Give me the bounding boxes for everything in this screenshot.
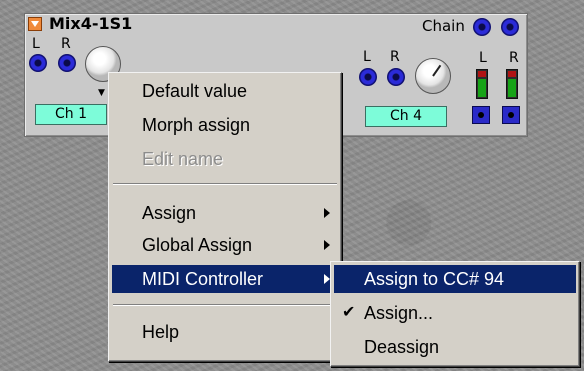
menu-item-label: MIDI Controller (142, 269, 264, 289)
menu-item-edit-name: Edit name (112, 145, 338, 173)
menu-item-label: Help (142, 322, 180, 342)
menu-item-help[interactable]: Help (112, 318, 338, 346)
output-jack-l[interactable] (472, 106, 490, 124)
channel4-input-jack-r[interactable] (387, 68, 405, 86)
chain-label: Chain (422, 17, 465, 35)
channel1-input-jack-r[interactable] (58, 54, 76, 72)
module-collapse-toggle[interactable] (28, 17, 42, 31)
menu-item-label: Edit name (142, 149, 224, 169)
menu-item-label: Deassign (364, 337, 440, 357)
menu-item-default-value[interactable]: Default value (112, 77, 338, 105)
menu-item-assign-midi[interactable]: ✔ Assign... (334, 299, 576, 327)
channel4-r-label: R (390, 49, 400, 65)
chain-input-jack-r[interactable] (501, 18, 519, 36)
knob-menu-arrow-icon[interactable]: ▼ (98, 88, 105, 98)
chain-input-jack-l[interactable] (473, 18, 491, 36)
knob-context-menu: Default value Morph assign Edit name Ass… (108, 72, 342, 362)
menu-separator (113, 304, 337, 306)
submenu-arrow-icon (324, 240, 330, 250)
menu-item-global-assign[interactable]: Global Assign (112, 231, 338, 259)
channel1-input-jack-l[interactable] (29, 54, 47, 72)
module-title: Mix4-1S1 (49, 14, 133, 33)
menu-item-label: Morph assign (142, 115, 251, 135)
menu-item-label: Assign to CC# 94 (364, 269, 505, 289)
output-l-label: L (479, 50, 487, 66)
midi-controller-submenu: Assign to CC# 94 ✔ Assign... Deassign (330, 261, 580, 367)
output-meter-l (476, 69, 488, 99)
channel4-level-knob[interactable] (415, 58, 451, 94)
menu-item-morph-assign[interactable]: Morph assign (112, 111, 338, 139)
channel1-button[interactable]: Ch 1 (35, 104, 107, 125)
menu-item-deassign[interactable]: Deassign (334, 333, 576, 361)
output-r-label: R (509, 50, 519, 66)
channel4-input-jack-l[interactable] (359, 68, 377, 86)
menu-item-label: Global Assign (142, 235, 253, 255)
menu-item-midi-controller[interactable]: MIDI Controller (112, 265, 338, 293)
checkmark-icon: ✔ (342, 304, 356, 321)
channel1-r-label: R (61, 36, 71, 52)
menu-item-label: Default value (142, 81, 248, 101)
menu-item-label: Assign... (364, 303, 434, 323)
channel4-l-label: L (363, 49, 371, 65)
output-meter-r (506, 69, 518, 99)
channel4-button[interactable]: Ch 4 (365, 106, 447, 127)
output-jack-r[interactable] (502, 106, 520, 124)
submenu-arrow-icon (324, 208, 330, 218)
dropdown-triangle-icon (31, 21, 39, 27)
menu-separator (113, 183, 337, 185)
menu-item-assign[interactable]: Assign (112, 199, 338, 227)
channel1-l-label: L (32, 36, 40, 52)
menu-item-label: Assign (142, 203, 197, 223)
menu-item-assign-to-cc[interactable]: Assign to CC# 94 (334, 265, 576, 293)
